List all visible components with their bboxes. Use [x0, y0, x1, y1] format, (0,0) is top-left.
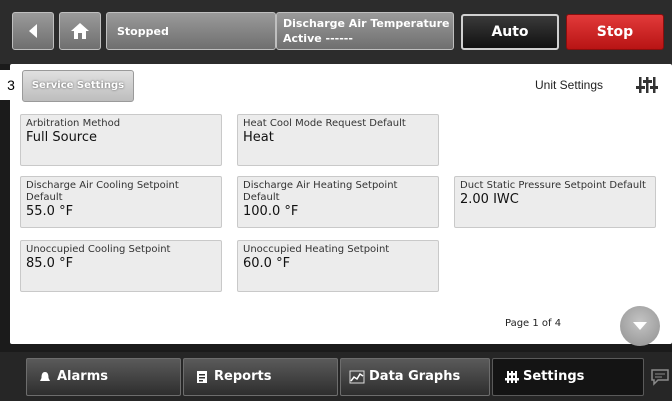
auto-button[interactable]: Auto [461, 14, 559, 50]
field-value: 2.00 IWC [460, 192, 519, 207]
nav-alarms[interactable]: Alarms [26, 358, 181, 396]
next-page-button[interactable] [620, 306, 660, 346]
home-icon [71, 23, 89, 39]
nav-data-graphs-label: Data Graphs [369, 369, 461, 384]
field-label: Discharge Air Heating Setpoint Default [243, 180, 398, 203]
annotation-number: 3 [0, 70, 22, 100]
chat-icon[interactable] [650, 368, 670, 386]
nav-reports-label: Reports [214, 369, 272, 384]
sliders-icon [505, 371, 519, 383]
field-label: Discharge Air Cooling Setpoint Default [26, 180, 179, 203]
nav-data-graphs[interactable]: Data Graphs [340, 358, 490, 396]
unit-status[interactable]: Stopped [106, 12, 276, 50]
field-label: Duct Static Pressure Setpoint Default [460, 180, 646, 191]
status-detail-line2: Active ------ [283, 32, 353, 45]
field-value: Full Source [26, 130, 98, 145]
document-icon [197, 371, 207, 383]
nav-alarms-label: Alarms [57, 369, 108, 384]
field-label: Arbitration Method [26, 118, 121, 129]
field-label: Unoccupied Cooling Setpoint [26, 244, 171, 255]
field-value: 55.0 °F [26, 204, 74, 219]
field-heat-cool-mode[interactable]: Heat Cool Mode Request Default Heat [237, 114, 439, 166]
tab-service-settings[interactable]: Service Settings [22, 70, 134, 102]
status-detail: Discharge Air Temperature Active ------ [276, 12, 454, 50]
field-value: 100.0 °F [243, 204, 299, 219]
nav-reports[interactable]: Reports [183, 358, 338, 396]
nav-settings-label: Settings [523, 369, 585, 384]
bell-icon [40, 372, 50, 381]
field-duct-static-pressure[interactable]: Duct Static Pressure Setpoint Default 2.… [454, 176, 656, 228]
sliders-icon[interactable] [636, 75, 658, 95]
field-value: 85.0 °F [26, 256, 74, 271]
field-discharge-heating-setpoint[interactable]: Discharge Air Heating Setpoint Default 1… [237, 176, 439, 228]
back-button[interactable] [12, 12, 54, 50]
field-value: Heat [243, 130, 274, 145]
tab-unit-settings[interactable]: Unit Settings [535, 74, 603, 96]
back-arrow-icon [29, 24, 37, 38]
status-detail-line1: Discharge Air Temperature [283, 17, 450, 30]
field-arbitration-method[interactable]: Arbitration Method Full Source [20, 114, 222, 166]
chevron-down-icon [633, 322, 647, 330]
field-discharge-cooling-setpoint[interactable]: Discharge Air Cooling Setpoint Default 5… [20, 176, 222, 228]
field-label: Unoccupied Heating Setpoint [243, 244, 390, 255]
field-unoccupied-cooling[interactable]: Unoccupied Cooling Setpoint 85.0 °F [20, 240, 222, 292]
field-value: 60.0 °F [243, 256, 291, 271]
page-indicator: Page 1 of 4 [505, 318, 562, 329]
field-label: Heat Cool Mode Request Default [243, 118, 406, 129]
field-unoccupied-heating[interactable]: Unoccupied Heating Setpoint 60.0 °F [237, 240, 439, 292]
home-button[interactable] [59, 12, 101, 50]
stop-button[interactable]: Stop [566, 14, 664, 50]
graph-icon [349, 370, 365, 384]
nav-settings[interactable]: Settings [492, 358, 644, 396]
